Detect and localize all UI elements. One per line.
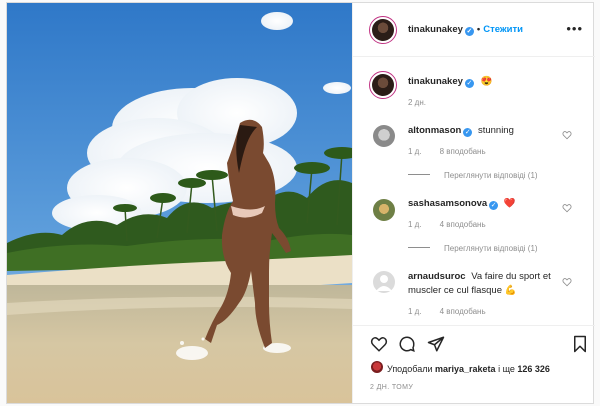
comment-meta: 1 д. 8 вподобань [408, 147, 504, 156]
verified-icon: ✓ [463, 128, 473, 137]
comment-text-row: arnaudsuroc Va faire du sport et muscler… [408, 270, 558, 298]
caption-line: tinakunakey ✓ 😍 [408, 76, 492, 88]
caption-text: 😍 [480, 76, 493, 87]
post-sidebar: tinakunakey ✓ • Стежити ••• tinakunakey ✓ 😍 … [352, 3, 595, 403]
like-comment-heart-icon[interactable] [562, 203, 572, 213]
posted-time[interactable]: 2 ДН. ТОМУ [370, 384, 413, 391]
verified-icon: ✓ [489, 201, 499, 210]
caption-time: 2 дн. [408, 98, 426, 107]
comment-bubble-icon[interactable] [398, 335, 416, 353]
comment-username[interactable]: altonmason [408, 125, 461, 136]
caption-avatar[interactable] [369, 71, 397, 99]
liked-prefix: Уподобали [387, 364, 433, 374]
comment-avatar-arnaudsuroc[interactable] [373, 271, 395, 293]
comment-time: 1 д. [408, 147, 422, 156]
view-replies-button[interactable]: Переглянути відповіді (1) [408, 171, 538, 180]
liked-by-avatar[interactable] [371, 361, 383, 373]
author-username[interactable]: tinakunakey [408, 24, 463, 35]
liked-middle: і ще [498, 364, 515, 374]
view-replies-label: Переглянути відповіді (1) [444, 244, 538, 253]
comment-avatar-altonmason[interactable] [373, 125, 395, 147]
beach-photo-image [7, 3, 352, 403]
comment-text-row: sashasamsonova ✓ ❤️ [408, 197, 558, 211]
comment-body: stunning [477, 125, 514, 136]
more-options-icon[interactable]: ••• [566, 21, 583, 36]
separator-dot: • [476, 24, 481, 35]
liked-by-line: Уподобали mariya_raketa і ще 126 326 [387, 364, 550, 374]
verified-icon: ✓ [464, 27, 474, 36]
replies-line [408, 174, 430, 175]
comment-likes[interactable]: 4 вподобань [440, 220, 486, 229]
liked-by-username[interactable]: mariya_raketa [435, 364, 496, 374]
comment-avatar-sashasamsonova[interactable] [373, 199, 395, 221]
comment-username[interactable]: arnaudsuroc [408, 271, 466, 282]
like-comment-heart-icon[interactable] [562, 130, 572, 140]
follow-button[interactable]: Стежити [483, 24, 523, 35]
caption-username[interactable]: tinakunakey [408, 76, 463, 87]
share-send-icon[interactable] [427, 335, 445, 353]
verified-icon: ✓ [464, 79, 474, 88]
like-heart-icon[interactable] [370, 335, 388, 353]
author-avatar[interactable] [369, 16, 397, 44]
liked-count[interactable]: 126 326 [517, 364, 550, 374]
action-bar: Уподобали mariya_raketa і ще 126 326 2 Д… [353, 325, 595, 403]
view-replies-button[interactable]: Переглянути відповіді (1) [408, 244, 538, 253]
bookmark-save-icon[interactable] [572, 335, 588, 353]
post-photo[interactable] [7, 3, 352, 403]
comment-time: 1 д. [408, 220, 422, 229]
post-window: tinakunakey ✓ • Стежити ••• tinakunakey ✓ 😍 … [6, 2, 595, 404]
comment-likes[interactable]: 8 вподобань [440, 147, 486, 156]
comment-text-row: altonmason ✓ stunning [408, 124, 558, 138]
post-header: tinakunakey ✓ • Стежити ••• [353, 3, 595, 57]
view-replies-label: Переглянути відповіді (1) [444, 171, 538, 180]
author-line: tinakunakey ✓ • Стежити [408, 24, 523, 36]
like-comment-heart-icon[interactable] [562, 277, 572, 287]
comment-meta: 1 д. 4 вподобань [408, 307, 504, 316]
comment-likes[interactable]: 4 вподобань [440, 307, 486, 316]
comment-body: ❤️ [503, 198, 516, 209]
comment-meta: 1 д. 4 вподобань [408, 220, 504, 229]
default-avatar-icon [376, 275, 392, 291]
comment-time: 1 д. [408, 307, 422, 316]
replies-line [408, 247, 430, 248]
comment-username[interactable]: sashasamsonova [408, 198, 487, 209]
